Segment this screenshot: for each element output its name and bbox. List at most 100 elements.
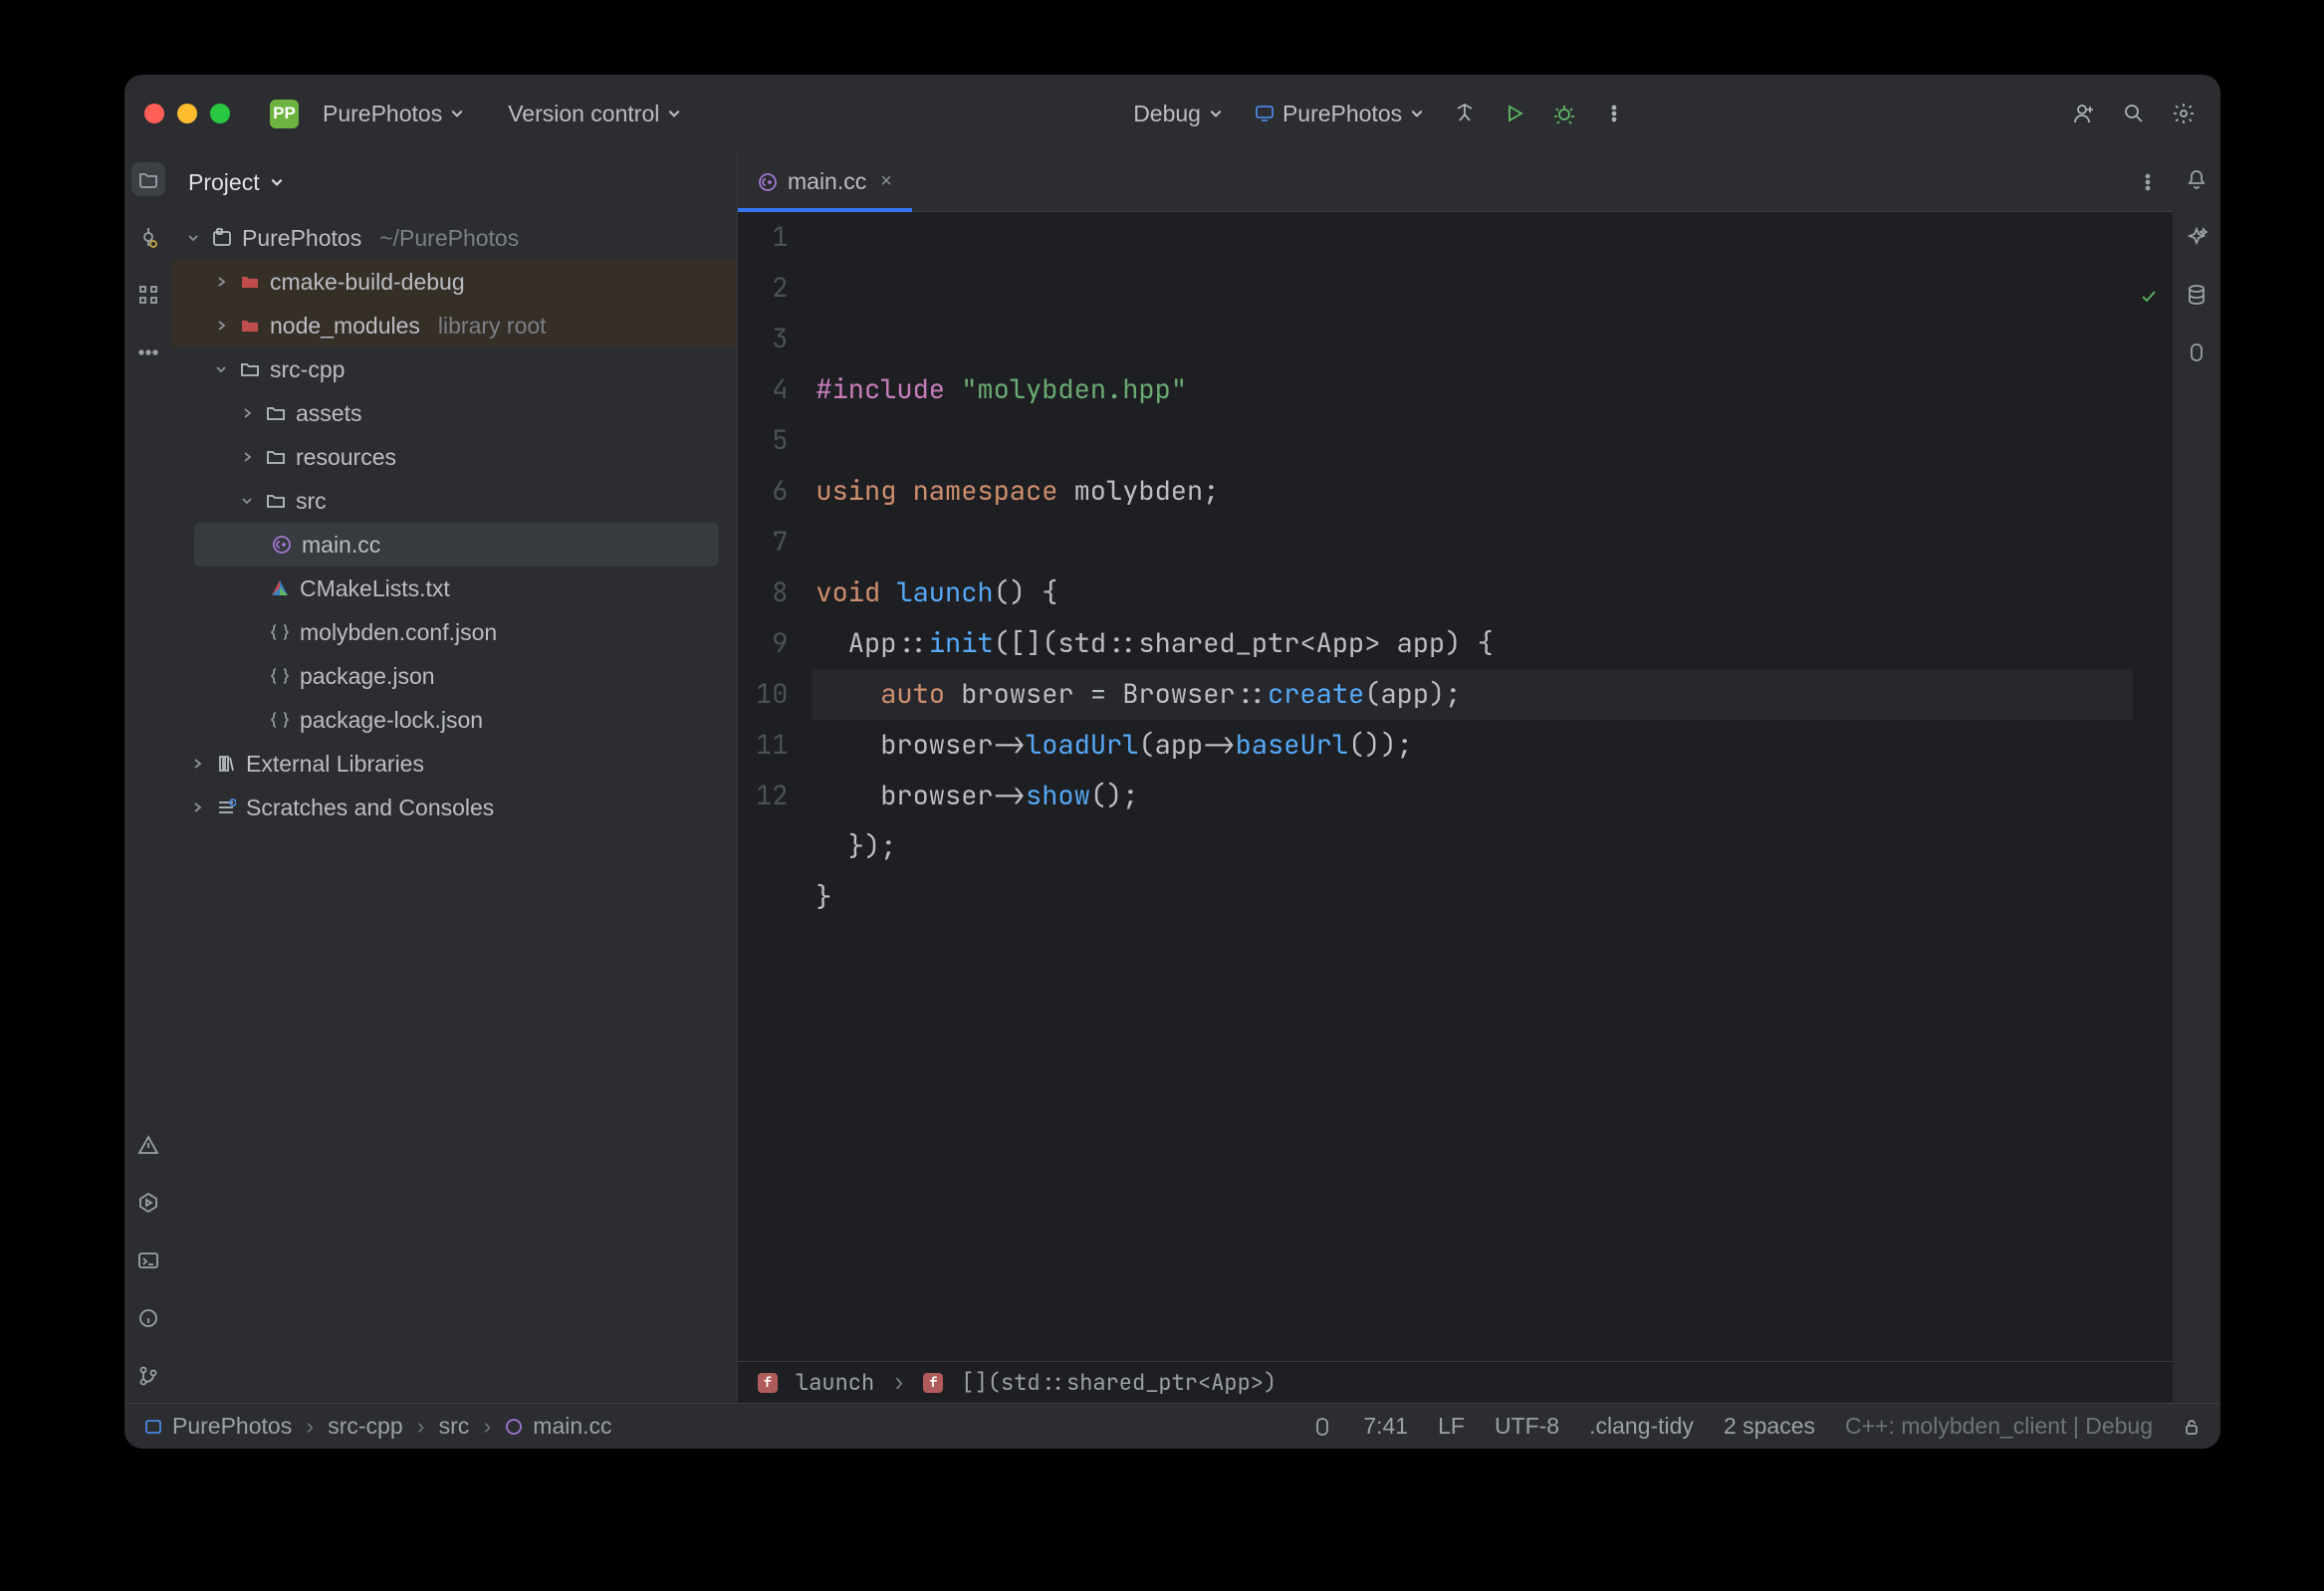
kebab-icon [1604,104,1624,123]
commit-tool-button[interactable] [131,220,165,254]
run-config-dropdown[interactable]: Debug [1125,95,1231,133]
copilot-icon[interactable] [1311,1416,1333,1438]
crumb-separator: › [892,1368,905,1397]
terminal-tool-button[interactable] [131,1244,165,1277]
breadcrumb-item[interactable]: main.cc [533,1413,611,1440]
vcs-dropdown[interactable]: Version control [500,95,689,133]
editor-tab[interactable]: main.cc × [738,152,912,211]
tree-disclosure-icon[interactable] [184,232,202,244]
code-content[interactable]: #include "molybden.hpp" using namespace … [812,212,2173,1361]
kebab-icon [2139,173,2157,191]
project-panel-header[interactable]: Project [172,152,737,212]
close-tab-button[interactable]: × [880,170,892,193]
tree-disclosure-icon[interactable] [212,363,230,375]
zoom-window-button[interactable] [210,104,230,123]
breadcrumb-item[interactable]: src [439,1413,470,1440]
tree-disclosure-icon[interactable] [238,495,256,507]
project-dropdown[interactable]: PurePhotos [315,95,472,133]
editor-breadcrumb[interactable]: f launch › f [](std::shared_ptr<App>) [738,1361,2173,1403]
project-tree[interactable]: PurePhotos ~/PurePhotos cmake-build-debu… [172,212,737,1403]
folder-icon [240,359,260,379]
status-encoding[interactable]: UTF-8 [1495,1413,1559,1440]
services-tool-button[interactable] [131,1186,165,1220]
more-actions-button[interactable] [1597,97,1631,130]
tree-item[interactable]: assets [172,391,737,435]
tree-item-selected[interactable]: main.cc [194,523,719,567]
status-indent[interactable]: 2 spaces [1724,1413,1815,1440]
tree-disclosure-icon[interactable] [212,320,230,332]
database-icon [2186,284,2208,306]
more-tools-button[interactable] [131,336,165,369]
tree-item-label: molybden.conf.json [300,619,497,646]
tree-item-label: package-lock.json [300,707,483,734]
tree-item[interactable]: molybden.conf.json [172,610,737,654]
status-config[interactable]: C++: molybden_client | Debug [1845,1413,2153,1440]
structure-tool-button[interactable] [131,278,165,312]
tree-item[interactable]: CMakeLists.txt [172,567,737,610]
tree-item[interactable]: Scratches and Consoles [172,786,737,829]
build-button[interactable] [1448,97,1482,130]
crumb-inner: [](std::shared_ptr<App>) [961,1368,1277,1397]
tree-root-name: PurePhotos [242,225,361,252]
tree-item-label: CMakeLists.txt [300,575,450,602]
tree-item[interactable]: package.json [172,654,737,698]
run-button[interactable] [1498,97,1531,130]
breadcrumb-item[interactable]: src-cpp [328,1413,402,1440]
tree-item[interactable]: cmake-build-debug [172,260,737,304]
settings-button[interactable] [2167,97,2201,130]
tree-item[interactable]: src [172,479,737,523]
tree-item-label: External Libraries [246,751,424,778]
ai-assistant-button[interactable] [2180,220,2213,254]
minimize-window-button[interactable] [177,104,197,123]
tree-disclosure-icon[interactable] [238,407,256,419]
folder-icon [266,403,286,423]
left-tool-rail [124,152,172,1403]
search-button[interactable] [2117,97,2151,130]
tree-item[interactable]: resources [172,435,737,479]
search-icon [2122,102,2146,125]
tab-options-button[interactable] [2123,152,2173,211]
code-editor[interactable]: 123456789101112 #include "molybden.hpp" … [738,212,2173,1361]
module-icon [212,228,232,248]
tree-item[interactable]: node_modules library root [172,304,737,347]
tree-disclosure-icon[interactable] [188,758,206,770]
tree-disclosure-icon[interactable] [238,451,256,463]
git-tool-button[interactable] [131,1359,165,1393]
editor-tab-label: main.cc [788,168,866,195]
json-file-icon [270,666,290,686]
chevron-down-icon [1209,107,1223,120]
branch-icon [137,1365,159,1387]
tree-item-label: src-cpp [270,356,345,383]
copilot-button[interactable] [2180,336,2213,369]
tree-disclosure-icon[interactable] [188,801,206,813]
debug-button[interactable] [1547,97,1581,130]
messages-tool-button[interactable] [131,1301,165,1335]
cpp-file-icon [505,1418,523,1436]
tree-item-label: assets [296,400,361,427]
database-tool-button[interactable] [2180,278,2213,312]
status-linter[interactable]: .clang-tidy [1589,1413,1694,1440]
tree-item[interactable]: package-lock.json [172,698,737,742]
tree-item-label: node_modules [270,313,420,340]
lock-icon[interactable] [2183,1418,2201,1436]
tree-root-path: ~/PurePhotos [379,225,519,252]
tree-item[interactable]: src-cpp [172,347,737,391]
breadcrumb-item[interactable]: PurePhotos [172,1413,292,1440]
project-name: PurePhotos [323,101,442,127]
tree-disclosure-icon[interactable] [212,276,230,288]
function-badge-icon: f [923,1373,943,1393]
ide-window: PP PurePhotos Version control Debug Pure… [124,75,2220,1449]
json-file-icon [270,622,290,642]
tree-item[interactable]: External Libraries [172,742,737,786]
bell-icon [2186,168,2208,190]
tree-item-label: resources [296,444,396,471]
project-tool-button[interactable] [131,162,165,196]
notifications-button[interactable] [2180,162,2213,196]
target-dropdown[interactable]: PurePhotos [1247,95,1432,133]
code-with-me-button[interactable] [2067,97,2101,130]
status-position[interactable]: 7:41 [1363,1413,1408,1440]
problems-tool-button[interactable] [131,1128,165,1162]
status-eol[interactable]: LF [1438,1413,1465,1440]
tree-root[interactable]: PurePhotos ~/PurePhotos [172,216,737,260]
close-window-button[interactable] [144,104,164,123]
